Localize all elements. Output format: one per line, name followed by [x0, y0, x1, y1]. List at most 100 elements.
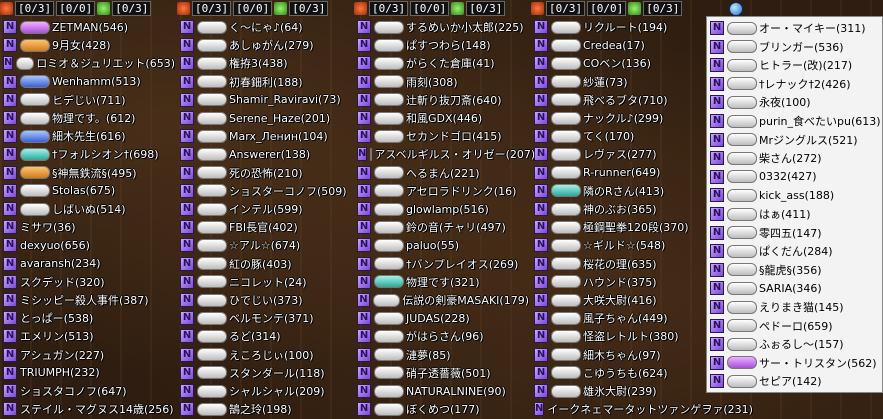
player-row[interactable]: N あしゅがん(279) — [177, 36, 352, 54]
player-row[interactable]: N §神無鉄流§(495) — [0, 164, 175, 182]
player-row[interactable]: N †フォルシオン†(698) — [0, 145, 175, 163]
player-row[interactable]: N へるまん(221) — [354, 164, 529, 182]
player-row[interactable]: N シャルシャル(209) — [177, 382, 352, 400]
player-row[interactable]: N Shamir_Raviravi(73) — [177, 91, 352, 109]
player-row[interactable]: Nkick_ass(188) — [707, 186, 882, 204]
player-row[interactable]: N ふぉるし～(157) — [707, 335, 882, 353]
player-row[interactable]: N JUDAS(228) — [354, 309, 529, 327]
globe-icon[interactable] — [729, 2, 743, 16]
player-row[interactable]: N インテル(599) — [177, 200, 352, 218]
player-row[interactable]: N 権拵3(438) — [177, 54, 352, 72]
player-row[interactable]: N 風子ちゃん(449) — [531, 309, 706, 327]
player-row[interactable]: N 0332(427) — [707, 168, 882, 186]
player-row[interactable]: N えころじぃ(100) — [177, 346, 352, 364]
player-row[interactable]: N †レナック†2(426) — [707, 75, 882, 93]
player-row[interactable]: N 細木ちゃん(97) — [531, 346, 706, 364]
player-row[interactable]: N ショスタコノフ(647) — [0, 382, 175, 400]
player-row[interactable]: N するめいか小太郎(225) — [354, 18, 529, 36]
player-row[interactable]: N ペドーロ(659) — [707, 317, 882, 335]
player-row[interactable]: N 漣夢(85) — [354, 346, 529, 364]
player-row[interactable]: Ndexyuo(656) — [0, 236, 175, 254]
player-row[interactable]: N はぁ(411) — [707, 205, 882, 223]
player-row[interactable]: N Marx_Ленин(104) — [177, 127, 352, 145]
player-row[interactable]: N 零四五(147) — [707, 224, 882, 242]
player-row[interactable]: N ロミオ＆ジュリエット(653) — [0, 54, 175, 72]
player-row[interactable]: N NATURALNINE(90) — [354, 382, 529, 400]
player-row[interactable]: N イークネェマータットツァンゲヲァ(231) — [531, 400, 753, 418]
player-row[interactable]: N Mrジングルス(521) — [707, 131, 882, 149]
player-row[interactable]: N 和風GDX(446) — [354, 109, 529, 127]
player-row[interactable]: N SARIA(346) — [707, 279, 882, 297]
player-row[interactable]: N ミシッピー殺人事件(387) — [0, 291, 175, 309]
player-row[interactable]: N るど(314) — [177, 327, 352, 345]
player-row[interactable]: N Stolas(675) — [0, 182, 175, 200]
player-row[interactable]: N ステイル・マグヌス14歳(256) — [0, 400, 175, 418]
player-row[interactable]: N 死の恐怖(210) — [177, 164, 352, 182]
player-row[interactable]: N く～にゃ♪(64) — [177, 18, 352, 36]
player-row[interactable]: N 鈴の音(チャリ(497) — [354, 218, 529, 236]
player-row[interactable]: N ZETMAN(546) — [0, 18, 175, 36]
player-row[interactable]: N ぼくめつ(177) — [354, 400, 529, 418]
player-row[interactable]: N えりまき猫(145) — [707, 298, 882, 316]
player-row[interactable]: N エメリン(513) — [0, 327, 175, 345]
player-row[interactable]: N 初春鈿利(188) — [177, 73, 352, 91]
player-row[interactable]: N ベルモンテ(371) — [177, 309, 352, 327]
player-row[interactable]: N 9月女(428) — [0, 36, 175, 54]
player-row[interactable]: N Wenhamm(513) — [0, 73, 175, 91]
player-row[interactable]: N 飛べるブタ(710) — [531, 91, 706, 109]
player-row[interactable]: N 柴さん(272) — [707, 149, 882, 167]
player-row[interactable]: N ナックル♪(299) — [531, 109, 706, 127]
player-row[interactable]: N Answerer(138) — [177, 145, 352, 163]
player-row[interactable]: N アシュガン(227) — [0, 346, 175, 364]
player-row[interactable]: N アスベルギルス・オリゼー(207) — [354, 145, 535, 163]
player-row[interactable]: N ニコレット(24) — [177, 273, 352, 291]
player-row[interactable]: N セカンドゴロ(415) — [354, 127, 529, 145]
player-row[interactable]: N ブリンガー(536) — [707, 38, 882, 56]
player-row[interactable]: N 雄氷大尉(239) — [531, 382, 706, 400]
player-row[interactable]: N スタンダール(118) — [177, 364, 352, 382]
player-row[interactable]: N §龍虎§(356) — [707, 261, 882, 279]
player-row[interactable]: N てく(170) — [531, 127, 706, 145]
player-row[interactable]: N 細木先生(616) — [0, 127, 175, 145]
player-row[interactable]: N ぱすつわら(148) — [354, 36, 529, 54]
player-row[interactable]: N 鵠之玲(198) — [177, 400, 352, 418]
player-row[interactable]: Nglowlamp(516) — [354, 200, 529, 218]
player-row[interactable]: N サー・トリスタン(562) — [707, 354, 882, 372]
player-row[interactable]: N ぱくだん(284) — [707, 242, 882, 260]
player-row[interactable]: N ☆アル☆(674) — [177, 236, 352, 254]
player-row[interactable]: N こゆうちも(624) — [531, 364, 706, 382]
player-row[interactable]: N がはらさん(96) — [354, 327, 529, 345]
player-row[interactable]: N がらくた倉庫(41) — [354, 54, 529, 72]
player-row[interactable]: N 神のぶお(365) — [531, 200, 706, 218]
player-row[interactable]: N FBI長官(402) — [177, 218, 352, 236]
player-row[interactable]: N レヴァス(277) — [531, 145, 706, 163]
player-row[interactable]: N 物理です(321) — [354, 273, 529, 291]
player-row[interactable]: N しばいぬ(514) — [0, 200, 175, 218]
player-row[interactable]: N Credea(17) — [531, 36, 706, 54]
player-row[interactable]: N 大咲大尉(416) — [531, 291, 706, 309]
player-row[interactable]: N 怪盗レトルト(380) — [531, 327, 706, 345]
player-row[interactable]: N 硝子透薔薇(501) — [354, 364, 529, 382]
player-row[interactable]: N 紅の豚(403) — [177, 255, 352, 273]
player-row[interactable]: N 物理です。(612) — [0, 109, 175, 127]
player-row[interactable]: N ショスターコノフ(509) — [177, 182, 352, 200]
player-row[interactable]: N ヒデじい(711) — [0, 91, 175, 109]
player-row[interactable]: N 辻斬り抜刀斎(640) — [354, 91, 529, 109]
player-row[interactable]: Navaransh(234) — [0, 255, 175, 273]
player-row[interactable]: N 伝説の剣豪MASAKI(179) — [354, 291, 529, 309]
player-row[interactable]: N 極鋼聖拳120段(370) — [531, 218, 706, 236]
player-row[interactable]: N スクデッド(320) — [0, 273, 175, 291]
player-row[interactable]: N リクルート(194) — [531, 18, 706, 36]
player-row[interactable]: N Serene_Haze(201) — [177, 109, 352, 127]
player-row[interactable]: N ひでじい(373) — [177, 291, 352, 309]
player-row[interactable]: N †バンプレイオス(269) — [354, 255, 529, 273]
player-row[interactable]: N 隣のRさん(413) — [531, 182, 706, 200]
player-row[interactable]: N 雨刻(308) — [354, 73, 529, 91]
player-row[interactable]: Npurin_食べたいpu(613) — [707, 112, 882, 130]
player-row[interactable]: Npaluo(55) — [354, 236, 529, 254]
player-row[interactable]: N 紗蓮(73) — [531, 73, 706, 91]
player-row[interactable]: N 桜花の理(635) — [531, 255, 706, 273]
player-row[interactable]: N ハウンド(375) — [531, 273, 706, 291]
player-row[interactable]: N ヒトラー(改)(217) — [707, 56, 882, 74]
player-row[interactable]: N オー・マイキー(311) — [707, 19, 882, 37]
